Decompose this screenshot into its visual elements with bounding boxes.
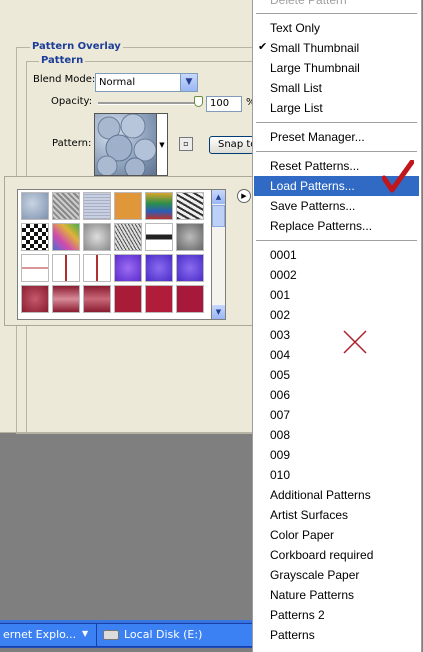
menu-item-library[interactable]: 002 (270, 305, 290, 325)
menu-item-library[interactable]: 003 (270, 325, 290, 345)
taskbar-item-local-disk[interactable]: Local Disk (E:) (96, 623, 254, 647)
red-x-icon (343, 330, 367, 354)
pattern-tile[interactable] (83, 254, 111, 282)
opacity-slider-thumb[interactable] (194, 96, 203, 107)
pattern-tile[interactable] (83, 285, 111, 313)
pattern-tile[interactable] (21, 223, 49, 251)
menu-item-small-thumbnail[interactable]: Small Thumbnail (270, 38, 359, 58)
blend-mode-select[interactable]: Normal ▼ (95, 73, 198, 92)
pattern-tile[interactable] (52, 285, 80, 313)
menu-item-delete-pattern[interactable]: Delete Pattern (270, 0, 347, 10)
scroll-down-icon[interactable]: ▼ (212, 305, 225, 319)
pattern-context-menu: Delete Pattern Text Only ✔ Small Thumbna… (252, 0, 422, 652)
menu-item-library[interactable]: 007 (270, 405, 290, 425)
chevron-down-icon[interactable]: ▼ (180, 74, 197, 91)
pattern-tile[interactable] (176, 254, 204, 282)
menu-item-library[interactable]: 004 (270, 345, 290, 365)
menu-separator (256, 122, 417, 123)
pattern-grid-scrollbar[interactable]: ▲ ▼ (212, 189, 226, 320)
menu-item-library[interactable]: 0001 (270, 245, 297, 265)
menu-item-library[interactable]: Patterns 2 (270, 605, 325, 625)
pattern-tile[interactable] (176, 223, 204, 251)
scroll-thumb[interactable] (212, 205, 225, 227)
menu-item-library[interactable]: 001 (270, 285, 290, 305)
pattern-grid (17, 189, 212, 320)
menu-item-save-patterns[interactable]: Save Patterns... (270, 196, 355, 216)
menu-item-library[interactable]: Color Paper (270, 525, 334, 545)
pattern-tile[interactable] (21, 285, 49, 313)
pattern-tile[interactable] (52, 192, 80, 220)
pattern-tile[interactable] (21, 254, 49, 282)
pattern-overlay-title: Pattern Overlay (30, 41, 123, 52)
chevron-down-icon[interactable]: ▼ (82, 623, 88, 645)
menu-item-library[interactable]: Artist Surfaces (270, 505, 348, 525)
pattern-tile[interactable] (145, 254, 173, 282)
menu-separator (256, 13, 417, 14)
chevron-down-icon: ▼ (159, 141, 165, 149)
menu-item-library[interactable]: Patterns (270, 625, 315, 645)
menu-item-library[interactable]: 0002 (270, 265, 297, 285)
flyout-arrow-icon[interactable]: ▶ (237, 189, 251, 203)
opacity-input[interactable]: 100 (206, 96, 242, 112)
menu-separator (256, 151, 417, 152)
pattern-preview[interactable] (94, 113, 157, 179)
menu-item-load-patterns[interactable]: Load Patterns... (270, 176, 355, 196)
pattern-tile[interactable] (83, 192, 111, 220)
menu-item-large-thumbnail[interactable]: Large Thumbnail (270, 58, 360, 78)
menu-item-library[interactable]: 010 (270, 465, 290, 485)
menu-item-library[interactable]: 005 (270, 365, 290, 385)
bubbles-pattern-swatch (96, 113, 157, 179)
pattern-label: Pattern: (52, 138, 92, 149)
blend-mode-value: Normal (99, 77, 136, 88)
menu-item-text-only[interactable]: Text Only (270, 18, 320, 38)
menu-item-large-list[interactable]: Large List (270, 98, 323, 118)
menu-item-replace-patterns[interactable]: Replace Patterns... (270, 216, 372, 236)
taskbar: ernet Explo... ▼ Local Disk (E:) (0, 620, 254, 648)
pattern-tile[interactable] (114, 192, 142, 220)
pattern-group-title: Pattern (39, 55, 86, 66)
new-preset-icon[interactable]: ▫ (179, 137, 193, 151)
taskbar-disk-label: Local Disk (E:) (124, 628, 203, 641)
pattern-tile[interactable] (176, 285, 204, 313)
disk-icon (103, 630, 119, 640)
menu-item-library[interactable]: 008 (270, 425, 290, 445)
menu-item-small-list[interactable]: Small List (270, 78, 322, 98)
pattern-tile[interactable] (145, 223, 173, 251)
pattern-tile[interactable] (83, 223, 111, 251)
menu-item-library[interactable]: Additional Patterns (270, 485, 371, 505)
menu-item-library[interactable]: Nature Patterns (270, 585, 354, 605)
menu-item-preset-manager[interactable]: Preset Manager... (270, 127, 365, 147)
menu-separator (256, 240, 417, 241)
red-check-icon (382, 160, 414, 193)
pattern-tile[interactable] (52, 254, 80, 282)
menu-item-library[interactable]: 006 (270, 385, 290, 405)
menu-item-library[interactable]: 009 (270, 445, 290, 465)
taskbar-ie-label: ernet Explo... (3, 628, 77, 641)
menu-item-reset-patterns[interactable]: Reset Patterns... (270, 156, 359, 176)
pattern-tile[interactable] (114, 285, 142, 313)
snap-to-origin-button[interactable]: Snap to (209, 136, 254, 154)
menu-item-library[interactable]: Corkboard required (270, 545, 373, 565)
pattern-tile[interactable] (52, 223, 80, 251)
pattern-tile[interactable] (114, 254, 142, 282)
pattern-dropdown-button[interactable]: ▼ (157, 113, 168, 176)
pattern-tile[interactable] (145, 285, 173, 313)
menu-item-library[interactable]: Grayscale Paper (270, 565, 359, 585)
pattern-tile[interactable] (114, 223, 142, 251)
scroll-up-icon[interactable]: ▲ (212, 190, 225, 204)
checkmark-icon: ✔ (258, 40, 268, 53)
opacity-label: Opacity: (51, 96, 93, 107)
blend-mode-label: Blend Mode: (33, 74, 96, 85)
pattern-tile[interactable] (176, 192, 204, 220)
pattern-tile[interactable] (145, 192, 173, 220)
pattern-tile[interactable] (21, 192, 49, 220)
opacity-slider[interactable] (98, 102, 198, 105)
